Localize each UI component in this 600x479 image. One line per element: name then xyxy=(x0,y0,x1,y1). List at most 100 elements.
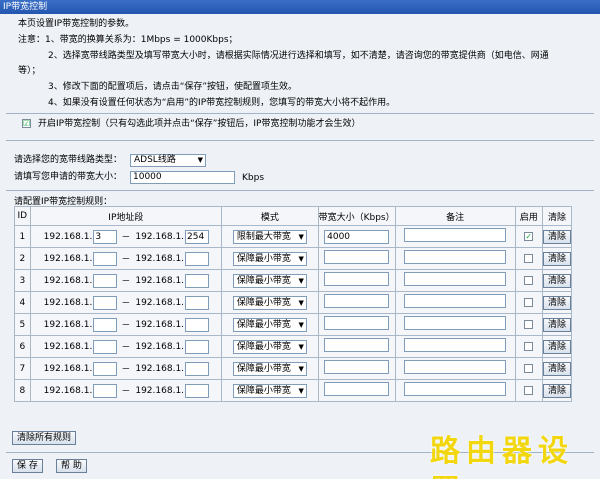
enable-rule-checkbox[interactable]: ✓ xyxy=(524,231,534,241)
mode-cell: 保障最小带宽 ▼ xyxy=(221,379,319,402)
header-clear: 清除 xyxy=(541,206,573,226)
enable-rule-checkbox[interactable] xyxy=(524,363,534,373)
enable-cell xyxy=(514,269,543,292)
intro-line-5: 4、如果没有设置任何状态为“启用”的IP带宽控制规则，您填写的带宽大小将不起作用… xyxy=(48,98,396,108)
mode-select[interactable]: 保障最小带宽 ▼ xyxy=(232,361,307,376)
note-input[interactable] xyxy=(404,250,507,264)
chevron-down-icon: ▼ xyxy=(197,156,203,164)
enable-rule-checkbox[interactable] xyxy=(524,253,534,263)
chevron-down-icon: ▼ xyxy=(298,298,304,307)
note-input[interactable] xyxy=(404,316,507,330)
enable-cell: ✓ xyxy=(514,225,543,248)
mode-cell: 保障最小带宽 ▼ xyxy=(221,269,319,292)
mode-select[interactable]: 保障最小带宽 ▼ xyxy=(232,317,307,332)
ip-start-input[interactable] xyxy=(93,251,118,266)
bandwidth-input[interactable]: 10000 xyxy=(130,171,235,184)
bandwidth-size-input[interactable] xyxy=(324,316,390,330)
divider xyxy=(6,140,594,141)
clear-all-rules-button[interactable]: 清除所有规则 xyxy=(12,431,77,445)
row-id: 2 xyxy=(14,247,31,270)
bandwidth-size-input[interactable] xyxy=(324,338,390,352)
bandwidth-size-input[interactable] xyxy=(324,250,390,264)
bandwidth-size-input[interactable] xyxy=(324,360,390,374)
ip-range-cell: 192.168.1. － 192.168.1. xyxy=(29,291,223,314)
enable-cell xyxy=(514,379,543,402)
ip-start-input[interactable]: 3 xyxy=(93,229,118,244)
help-button[interactable]: 帮 助 xyxy=(56,459,87,473)
mode-value: 保障最小带宽 xyxy=(236,341,291,352)
clear-rule-button[interactable]: 清除 xyxy=(542,273,571,288)
enable-rule-checkbox[interactable] xyxy=(524,297,534,307)
mode-select[interactable]: 保障最小带宽 ▼ xyxy=(232,295,307,310)
note-input[interactable] xyxy=(404,228,507,242)
ip-prefix: 192.168.1. xyxy=(135,231,185,242)
clear-rule-button[interactable]: 清除 xyxy=(542,251,571,266)
clear-cell: 清除 xyxy=(541,379,573,402)
ip-end-input[interactable] xyxy=(185,383,210,398)
ip-prefix: 192.168.1. xyxy=(135,341,185,352)
ip-prefix: 192.168.1. xyxy=(43,341,93,352)
ip-separator: － xyxy=(121,233,131,243)
line-type-label: 请选择您的宽带线路类型： xyxy=(14,155,123,165)
ip-start-input[interactable] xyxy=(93,361,118,376)
enable-rule-checkbox[interactable] xyxy=(524,341,534,351)
note-input[interactable] xyxy=(404,338,507,352)
mode-select[interactable]: 保障最小带宽 ▼ xyxy=(232,339,307,354)
mode-value: 保障最小带宽 xyxy=(236,363,291,374)
clear-rule-button[interactable]: 清除 xyxy=(542,295,571,310)
table-row: 2 192.168.1. － 192.168.1. 保障最小带宽 ▼ 清除 xyxy=(14,247,573,270)
intro-line-1: 本页设置IP带宽控制的参数。 xyxy=(18,19,135,29)
mode-cell: 保障最小带宽 ▼ xyxy=(221,335,319,358)
ip-end-input[interactable] xyxy=(185,361,210,376)
intro-line-2: 注意：1、带宽的换算关系为：1Mbps = 1000Kbps； xyxy=(18,35,238,45)
note-input[interactable] xyxy=(404,382,507,396)
ip-end-input[interactable] xyxy=(185,317,210,332)
note-input[interactable] xyxy=(404,294,507,308)
ip-end-input[interactable] xyxy=(185,251,210,266)
mode-cell: 保障最小带宽 ▼ xyxy=(221,313,319,336)
note-input[interactable] xyxy=(404,272,507,286)
clear-rule-button[interactable]: 清除 xyxy=(542,383,571,398)
ip-start-input[interactable] xyxy=(93,273,118,288)
mode-select[interactable]: 保障最小带宽 ▼ xyxy=(232,251,307,266)
clear-rule-button[interactable]: 清除 xyxy=(542,361,571,376)
ip-start-input[interactable] xyxy=(93,317,118,332)
rules-table: ID IP地址段 模式 带宽大小（Kbps） 备注 启用 清除 1 192.168… xyxy=(14,206,573,402)
ip-range-cell: 192.168.1. － 192.168.1. xyxy=(29,357,223,380)
ip-prefix: 192.168.1. xyxy=(135,319,185,330)
line-type-select[interactable]: ADSL线路 ▼ xyxy=(130,154,206,167)
bandwidth-unit: Kbps xyxy=(242,173,265,183)
bandwidth-size-input[interactable] xyxy=(324,382,390,396)
row-id: 5 xyxy=(14,313,31,336)
clear-rule-button[interactable]: 清除 xyxy=(542,339,571,354)
bandwidth-size-input[interactable]: 4000 xyxy=(324,229,390,244)
clear-rule-button[interactable]: 清除 xyxy=(542,229,571,244)
clear-cell: 清除 xyxy=(541,269,573,292)
table-row: 1 192.168.1. 3 － 192.168.1. 254 限制最大带宽 ▼ 4000 ✓ 清除 xyxy=(14,225,573,248)
note-cell xyxy=(394,225,516,248)
bandwidth-size-input[interactable] xyxy=(324,294,390,308)
enable-bandwidth-checkbox[interactable]: ☑ xyxy=(22,119,31,128)
mode-select[interactable]: 保障最小带宽 ▼ xyxy=(232,273,307,288)
enable-rule-checkbox[interactable] xyxy=(524,319,534,329)
ip-start-input[interactable] xyxy=(93,383,118,398)
ip-range-cell: 192.168.1. － 192.168.1. xyxy=(29,247,223,270)
intro-line-3b: 等）； xyxy=(18,66,41,76)
mode-select[interactable]: 限制最大带宽 ▼ xyxy=(232,229,307,244)
ip-end-input[interactable] xyxy=(185,339,210,354)
ip-end-input[interactable] xyxy=(185,295,210,310)
enable-rule-checkbox[interactable] xyxy=(524,275,534,285)
clear-rule-button[interactable]: 清除 xyxy=(542,317,571,332)
mode-select[interactable]: 保障最小带宽 ▼ xyxy=(232,383,307,398)
note-cell xyxy=(394,335,516,358)
ip-end-input[interactable]: 254 xyxy=(185,229,210,244)
ip-start-input[interactable] xyxy=(93,339,118,354)
ip-end-input[interactable] xyxy=(185,273,210,288)
bandwidth-size-input[interactable] xyxy=(324,272,390,286)
note-input[interactable] xyxy=(404,360,507,374)
ip-start-input[interactable] xyxy=(93,295,118,310)
enable-rule-checkbox[interactable] xyxy=(524,385,534,395)
save-button[interactable]: 保 存 xyxy=(12,459,43,473)
note-cell xyxy=(394,269,516,292)
enable-bandwidth-label: 开启IP带宽控制（只有勾选此项并点击“保存”按钮后，IP带宽控制功能才会生效） xyxy=(38,119,361,129)
